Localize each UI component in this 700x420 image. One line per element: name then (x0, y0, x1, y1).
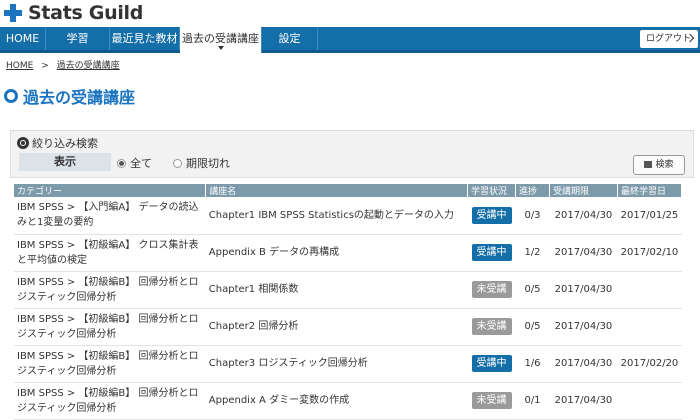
header-period: 受講期限 (549, 184, 618, 197)
radio-all-label: 全て (130, 157, 152, 170)
course-name-link[interactable]: Appendix B データの再構成 (205, 234, 468, 272)
status-badge: 未受講 (471, 318, 512, 335)
status-cell: 受講中 (467, 197, 516, 235)
nav-item-settings[interactable]: 設定 (262, 27, 318, 50)
progress-cell: 1/2 (515, 234, 550, 272)
last-date-cell (617, 271, 682, 309)
progress-cell: 0/3 (515, 197, 550, 235)
header-category: カテゴリー (14, 184, 207, 197)
period-cell: 2017/04/30 (549, 197, 618, 235)
category-cell: IBM SPSS > 【初級編B】 回帰分析とロジスティック回帰分析 (14, 382, 206, 420)
course-name-link[interactable]: Chapter1 相関係数 (205, 271, 468, 309)
table-row: IBM SPSS > 【初級編B】 回帰分析とロジスティック回帰分析 Chapte… (14, 345, 682, 383)
status-cell: 未受講 (467, 271, 516, 309)
status-cell: 未受講 (467, 382, 516, 420)
table-row: IBM SPSS > 【初級編B】 回帰分析とロジスティック回帰分析 Append… (14, 382, 682, 420)
category-cell: IBM SPSS > 【初級編A】 クロス集計表と平均値の検定 (14, 234, 206, 272)
nav-item-study[interactable]: 学習 (46, 27, 110, 50)
period-cell: 2017/04/30 (549, 271, 618, 309)
last-date-cell (617, 308, 682, 346)
radio-selected-icon (117, 158, 126, 168)
last-date-cell: 2017/01/25 (617, 197, 682, 235)
period-cell: 2017/04/30 (549, 382, 618, 420)
status-cell: 受講中 (467, 234, 516, 272)
course-table: カテゴリー 講座名 学習状況 進捗 受講期限 最終学習日 IBM SPSS > … (14, 184, 683, 420)
status-badge: 未受講 (471, 281, 512, 298)
filter-display-label: 表示 (19, 153, 111, 171)
status-badge: 未受講 (471, 392, 512, 409)
radio-expired-label: 期限切れ (186, 157, 230, 170)
logo-text: Stats Guild (28, 2, 144, 24)
radio-expired[interactable]: 期限切れ (173, 155, 230, 171)
progress-cell: 0/5 (515, 308, 550, 346)
plus-logo-icon (4, 4, 22, 22)
table-row: IBM SPSS > 【初級編B】 回帰分析とロジスティック回帰分析 Chapte… (14, 271, 682, 309)
table-row: IBM SPSS > 【入門編A】 データの読込みと1変量の要約 Chapter1… (14, 197, 682, 235)
course-name-link[interactable]: Appendix A ダミー変数の作成 (205, 382, 468, 420)
header-last-date: 最終学習日 (617, 184, 683, 197)
building-icon (644, 161, 653, 168)
header-course: 講座名 (205, 184, 469, 197)
nav-item-past-courses-label: 過去の受講講座 (182, 32, 259, 45)
nav-item-home[interactable]: HOME (0, 27, 46, 50)
logout-button[interactable]: ログアウト (640, 30, 698, 48)
site-header: Stats Guild (0, 0, 700, 27)
category-cell: IBM SPSS > 【初級編B】 回帰分析とロジスティック回帰分析 (14, 308, 206, 346)
status-cell: 未受講 (467, 308, 516, 346)
table-row: IBM SPSS > 【初級編B】 回帰分析とロジスティック回帰分析 Chapte… (14, 308, 682, 346)
table-header-row: カテゴリー 講座名 学習状況 進捗 受講期限 最終学習日 (14, 184, 683, 197)
breadcrumb: HOME > 過去の受講講座 (6, 58, 120, 71)
category-cell: IBM SPSS > 【初級編B】 回帰分析とロジスティック回帰分析 (14, 345, 206, 383)
status-badge: 受講中 (471, 244, 512, 261)
header-progress: 進捗 (515, 184, 550, 197)
page-title: 過去の受講講座 (23, 88, 136, 107)
filter-heading: 絞り込み検索 (17, 135, 98, 151)
radio-all[interactable]: 全て (117, 155, 152, 171)
header-status: 学習状況 (467, 184, 517, 197)
caret-down-icon (217, 46, 224, 50)
progress-cell: 1/6 (515, 345, 550, 383)
last-date-cell: 2017/02/10 (617, 234, 682, 272)
search-icon (17, 137, 29, 149)
status-badge: 受講中 (471, 355, 512, 372)
nav-item-past-courses[interactable]: 過去の受講講座 (180, 27, 262, 53)
site-logo[interactable]: Stats Guild (4, 2, 143, 24)
breadcrumb-current-link[interactable]: 過去の受講講座 (57, 61, 120, 71)
filter-heading-text: 絞り込み検索 (32, 137, 98, 150)
period-cell: 2017/04/30 (549, 345, 618, 383)
radio-unselected-icon (173, 158, 182, 168)
period-cell: 2017/04/30 (549, 234, 618, 272)
search-button-label: 検索 (655, 160, 674, 170)
search-button[interactable]: 検索 (633, 155, 685, 175)
last-date-cell (617, 382, 682, 420)
category-cell: IBM SPSS > 【入門編A】 データの読込みと1変量の要約 (14, 197, 206, 235)
course-name-link[interactable]: Chapter3 ロジスティック回帰分析 (205, 345, 468, 383)
table-row: IBM SPSS > 【初級編A】 クロス集計表と平均値の検定 Appendix … (14, 234, 682, 272)
nav-item-recent[interactable]: 最近見た教材 (110, 27, 180, 50)
last-date-cell: 2017/02/20 (617, 345, 682, 383)
page-title-row: 過去の受講講座 (4, 86, 136, 107)
main-nav: HOME 学習 最近見た教材 過去の受講講座 設定 ログアウト (0, 27, 700, 53)
category-cell: IBM SPSS > 【初級編B】 回帰分析とロジスティック回帰分析 (14, 271, 206, 309)
ring-icon (4, 89, 18, 103)
progress-cell: 0/5 (515, 271, 550, 309)
breadcrumb-home-link[interactable]: HOME (6, 61, 33, 71)
logout-label: ログアウト (646, 34, 692, 44)
status-cell: 受講中 (467, 345, 516, 383)
progress-cell: 0/1 (515, 382, 550, 420)
filter-panel: 絞り込み検索 表示 全て 期限切れ 検索 (10, 130, 694, 178)
course-name-link[interactable]: Chapter2 回帰分析 (205, 308, 468, 346)
course-name-link[interactable]: Chapter1 IBM SPSS Statisticsの起動とデータの入力 (205, 197, 468, 235)
breadcrumb-separator: > (41, 61, 49, 71)
period-cell: 2017/04/30 (549, 308, 618, 346)
status-badge: 受講中 (471, 206, 512, 224)
